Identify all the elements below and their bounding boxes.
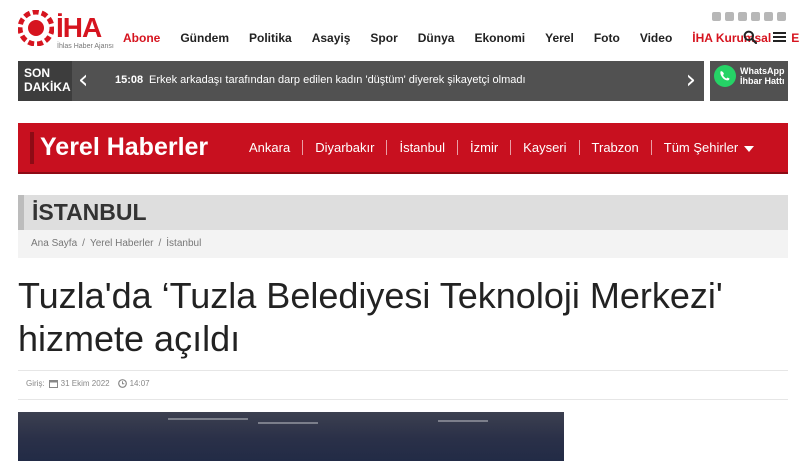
- all-cities-dropdown[interactable]: Tüm Şehirler: [663, 140, 755, 155]
- breadcrumb-home[interactable]: Ana Sayfa: [31, 238, 77, 249]
- local-news-title[interactable]: Yerel Haberler: [40, 133, 208, 162]
- divider: [650, 140, 652, 155]
- section-accent: [18, 195, 24, 230]
- breadcrumb: Ana Sayfa / Yerel Haberler / İstanbul: [18, 230, 788, 258]
- city-link-istanbul[interactable]: İstanbul: [399, 140, 445, 155]
- breadcrumb-separator: /: [82, 238, 85, 249]
- iha-logo[interactable]: İHA İhlas Haber Ajansı: [18, 10, 118, 52]
- nav-item-asayis[interactable]: Asayiş: [312, 31, 351, 45]
- image-detail: [258, 422, 318, 424]
- breaking-label-line2: DAKİKA: [24, 80, 71, 94]
- image-detail: [168, 418, 248, 420]
- article-date: 31 Ekim 2022: [60, 379, 110, 388]
- logo-mark-icon: [18, 10, 54, 46]
- nav-item-en[interactable]: EN: [791, 31, 800, 45]
- section-header: İSTANBUL: [18, 195, 788, 230]
- breaking-news-bar: SON DAKİKA ‹ 15:08 Erkek arkadaşı tarafı…: [18, 61, 704, 101]
- logo-subtitle: İhlas Haber Ajansı: [57, 43, 114, 50]
- social-icons: [712, 12, 786, 21]
- nav-item-politika[interactable]: Politika: [249, 31, 292, 45]
- section-title: İSTANBUL: [32, 199, 147, 225]
- chevron-down-icon: [744, 145, 755, 152]
- divider: [457, 140, 458, 155]
- meta-label: Giriş:: [26, 379, 45, 388]
- article-time: 14:07: [129, 379, 150, 388]
- linkedin-icon[interactable]: [738, 12, 747, 21]
- main-nav: Abone Gündem Politika Asayiş Spor Dünya …: [123, 31, 800, 45]
- calendar-icon: [48, 380, 58, 388]
- image-detail: [438, 420, 488, 422]
- nav-item-yerel[interactable]: Yerel: [545, 31, 574, 45]
- nav-item-foto[interactable]: Foto: [594, 31, 620, 45]
- whatsapp-label-line2: İhbar Hattı: [740, 76, 785, 86]
- all-cities-label: Tüm Şehirler: [663, 140, 739, 155]
- breaking-label: SON DAKİKA: [18, 61, 72, 101]
- breadcrumb-istanbul[interactable]: İstanbul: [166, 238, 201, 249]
- menu-icon[interactable]: [773, 31, 786, 43]
- article-meta: Giriş: 31 Ekim 2022 14:07: [26, 379, 150, 388]
- divider: [302, 140, 304, 155]
- divider: [510, 140, 512, 155]
- breaking-time: 15:08: [115, 74, 144, 86]
- nav-item-ekonomi[interactable]: Ekonomi: [474, 31, 525, 45]
- site-header: İHA İhlas Haber Ajansı Abone Gündem Poli…: [0, 0, 800, 58]
- nav-item-spor[interactable]: Spor: [370, 31, 397, 45]
- local-news-accent: [30, 132, 34, 164]
- nav-item-abone[interactable]: Abone: [123, 31, 160, 45]
- flickr-icon[interactable]: [712, 12, 721, 21]
- whatsapp-label: WhatsApp İhbar Hattı: [740, 66, 785, 86]
- clock-icon: [117, 379, 127, 388]
- youtube-icon[interactable]: [764, 12, 773, 21]
- header-tools: [743, 30, 786, 44]
- nav-item-gundem[interactable]: Gündem: [180, 31, 229, 45]
- logo-text: İHA: [56, 12, 102, 43]
- article-hero-image[interactable]: [18, 412, 564, 461]
- divider: [578, 140, 580, 155]
- article-headline: Tuzla'da ‘Tuzla Belediyesi Teknoloji Mer…: [18, 275, 723, 359]
- breaking-label-line1: SON: [24, 66, 51, 80]
- city-link-izmir[interactable]: İzmir: [470, 140, 498, 155]
- rss-icon[interactable]: [777, 12, 786, 21]
- local-news-bar: Yerel Haberler Ankara Diyarbakır İstanbu…: [18, 123, 788, 174]
- city-link-ankara[interactable]: Ankara: [249, 140, 290, 155]
- breadcrumb-local-news[interactable]: Yerel Haberler: [90, 238, 154, 249]
- next-arrow-icon[interactable]: ›: [686, 67, 696, 93]
- city-links: Ankara Diyarbakır İstanbul İzmir Kayseri…: [249, 140, 755, 155]
- city-link-diyarbakir[interactable]: Diyarbakır: [315, 140, 374, 155]
- article-meta-bar: Giriş: 31 Ekim 2022 14:07: [18, 370, 788, 400]
- nav-item-video[interactable]: Video: [640, 31, 672, 45]
- prev-arrow-icon[interactable]: ‹: [78, 67, 88, 93]
- nav-item-dunya[interactable]: Dünya: [418, 31, 455, 45]
- divider: [386, 140, 388, 155]
- whatsapp-tip-line-button[interactable]: WhatsApp İhbar Hattı: [710, 61, 788, 101]
- search-icon[interactable]: [743, 30, 757, 44]
- twitter-icon[interactable]: [725, 12, 734, 21]
- instagram-icon[interactable]: [751, 12, 760, 21]
- city-link-trabzon[interactable]: Trabzon: [592, 140, 639, 155]
- whatsapp-label-line1: WhatsApp: [740, 66, 785, 76]
- whatsapp-icon: [714, 65, 736, 87]
- breadcrumb-separator: /: [158, 238, 162, 249]
- city-link-kayseri[interactable]: Kayseri: [523, 140, 566, 155]
- breaking-headline[interactable]: Erkek arkadaşı tarafından darp edilen ka…: [149, 74, 526, 86]
